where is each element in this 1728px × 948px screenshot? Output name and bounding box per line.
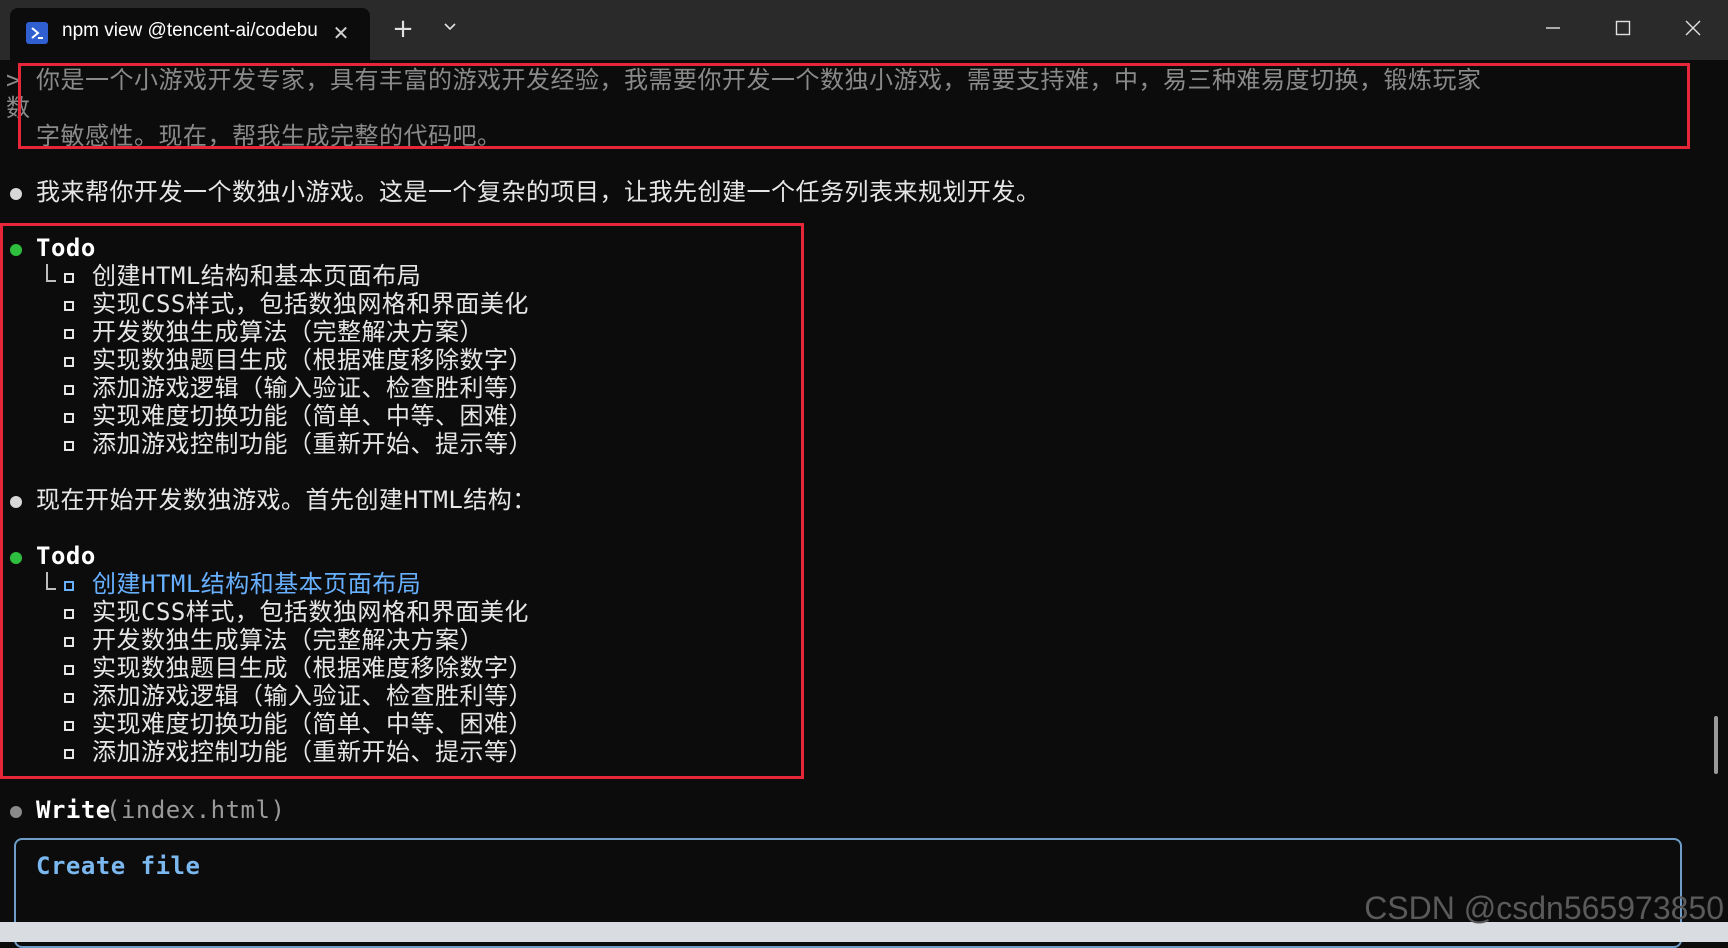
close-window-button[interactable] <box>1658 0 1728 56</box>
scrollbar-thumb[interactable] <box>1714 716 1718 774</box>
tool-bullet-icon <box>10 806 22 818</box>
chevron-down-icon[interactable] <box>435 14 465 44</box>
todo-highlight-box <box>0 223 804 779</box>
new-tab-button[interactable]: + <box>388 14 418 44</box>
terminal-tab[interactable]: npm view @tencent-ai/codebu ✕ <box>10 8 370 60</box>
minimize-button[interactable] <box>1518 0 1588 56</box>
tab-title: npm view @tencent-ai/codebu <box>62 20 318 41</box>
close-icon <box>1685 20 1701 36</box>
watermark-text: CSDN @csdn565973850 <box>1364 890 1724 926</box>
title-bar: npm view @tencent-ai/codebu ✕ + <box>0 0 1728 60</box>
close-tab-icon[interactable]: ✕ <box>328 20 354 46</box>
powershell-icon <box>26 22 48 44</box>
message-bullet-icon <box>10 188 22 200</box>
terminal-output[interactable]: > 你是一个小游戏开发专家，具有丰富的游戏开发经验，我需要你开发一个数独小游戏，… <box>0 60 1728 942</box>
assistant-message: 我来帮你开发一个数独小游戏。这是一个复杂的项目，让我先创建一个任务列表来规划开发… <box>36 178 1041 206</box>
minimize-icon <box>1546 27 1560 29</box>
create-file-label: Create file <box>36 852 201 880</box>
maximize-icon <box>1615 20 1631 36</box>
maximize-button[interactable] <box>1588 0 1658 56</box>
prompt-highlight-box <box>18 63 1690 149</box>
write-command: Write <box>36 796 111 824</box>
write-argument: (index.html) <box>106 796 286 824</box>
